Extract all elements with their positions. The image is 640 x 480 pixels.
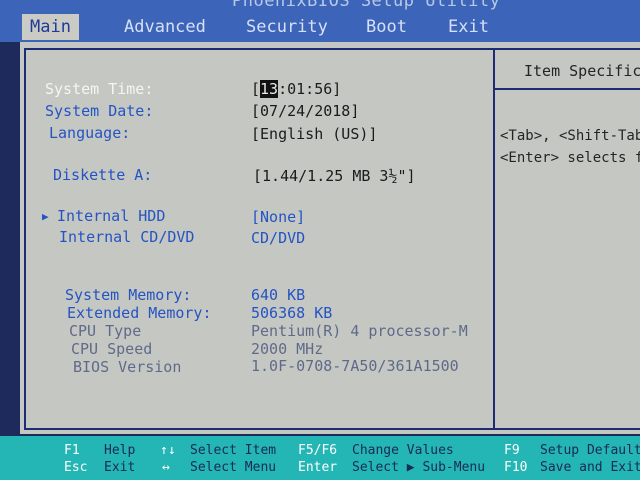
- tab-boot[interactable]: Boot: [358, 14, 415, 40]
- internal-cd-row[interactable]: Internal CD/DVD: [59, 228, 194, 246]
- diskette-a-value: [1.44/1.25 MB 3½"]: [253, 167, 416, 185]
- internal-hdd-label: Internal HDD: [57, 207, 166, 225]
- internal-hdd-value: [None]: [251, 208, 306, 226]
- system-date-value: [07/24/2018]: [251, 102, 360, 120]
- tab-exit[interactable]: Exit: [440, 14, 497, 40]
- bios-version-value: 1.0F-0708-7A50/361A1500: [251, 357, 459, 375]
- bios-version-label: BIOS Version: [73, 358, 182, 376]
- system-time-open: [: [251, 80, 261, 98]
- select-item-hint: Select Item: [190, 443, 277, 458]
- system-memory-label: System Memory:: [65, 286, 192, 304]
- submenu-arrow-icon: ▶: [42, 210, 49, 223]
- bios-version-field: 1.0F-0708-7A50/361A1500: [251, 357, 459, 375]
- help-line-2: <Enter> selects f: [500, 150, 640, 166]
- system-date-row[interactable]: System Date:: [45, 102, 153, 120]
- help-line-1: <Tab>, <Shift-Tab: [500, 128, 640, 144]
- key-f5-f6: F5/F6: [298, 443, 338, 458]
- tab-security[interactable]: Security: [238, 14, 336, 40]
- cpu-speed-row: CPU Speed: [71, 340, 152, 358]
- bios-version-row: BIOS Version: [73, 358, 181, 376]
- exit-hint: Exit: [104, 460, 136, 475]
- extended-memory-field: 506368 KB: [251, 304, 332, 322]
- diskette-a-row[interactable]: Diskette A:: [53, 166, 152, 184]
- internal-hdd-row[interactable]: ▶ Internal HDD: [42, 207, 166, 225]
- help-divider: [495, 88, 640, 90]
- language-field[interactable]: [English (US)]: [251, 125, 377, 143]
- system-memory-field: 640 KB: [251, 286, 305, 304]
- key-esc: Esc: [64, 460, 88, 475]
- extended-memory-value: 506368 KB: [251, 304, 333, 322]
- cpu-type-row: CPU Type: [69, 322, 141, 340]
- help-hint: Help: [104, 443, 136, 458]
- internal-cd-label: Internal CD/DVD: [59, 228, 195, 246]
- language-value: [English (US)]: [251, 125, 378, 143]
- key-up-down: ↑↓: [160, 443, 176, 458]
- submenu-hint: Select ▶ Sub-Menu: [352, 460, 486, 475]
- key-f9: F9: [504, 443, 520, 458]
- system-time-label: System Time:: [45, 80, 154, 98]
- diskette-a-label: Diskette A:: [53, 166, 153, 184]
- system-time-row[interactable]: System Time:: [45, 80, 153, 98]
- language-row[interactable]: Language:: [49, 124, 130, 142]
- cpu-type-label: CPU Type: [69, 322, 142, 340]
- diskette-a-field[interactable]: [1.44/1.25 MB 3½"]: [253, 167, 416, 185]
- select-menu-hint: Select Menu: [190, 460, 277, 475]
- internal-cd-field: CD/DVD: [251, 229, 305, 247]
- save-exit-hint: Save and Exit: [540, 460, 640, 475]
- system-time-field[interactable]: [13:01:56]: [251, 80, 341, 98]
- menu-tabs: Main Advanced Security Boot Exit: [22, 14, 640, 40]
- status-bar: F1 Help ↑↓ Select Item F5/F6 Change Valu…: [0, 436, 640, 480]
- language-label: Language:: [49, 124, 131, 142]
- bios-title: PhoenixBIOS Setup Utility: [232, 0, 501, 11]
- system-time-cursor[interactable]: 13: [260, 80, 279, 98]
- cpu-type-field: Pentium(R) 4 processor-M: [251, 322, 468, 340]
- cpu-speed-value: 2000 MHz: [251, 340, 324, 358]
- extended-memory-label: Extended Memory:: [67, 304, 212, 322]
- change-values-hint: Change Values: [352, 443, 454, 458]
- key-enter: Enter: [298, 460, 338, 475]
- key-f1: F1: [64, 443, 80, 458]
- internal-hdd-field[interactable]: [None]: [251, 208, 305, 226]
- menu-bar: PhoenixBIOS Setup Utility Main Advanced …: [0, 0, 640, 42]
- extended-memory-row: Extended Memory:: [67, 304, 212, 322]
- system-memory-value: 640 KB: [251, 286, 306, 304]
- tab-main[interactable]: Main: [22, 14, 79, 40]
- help-title: Item Specific: [524, 62, 640, 80]
- setup-default-hint: Setup Default: [540, 443, 640, 458]
- cpu-speed-field: 2000 MHz: [251, 340, 323, 358]
- internal-cd-value: CD/DVD: [251, 229, 306, 247]
- system-date-field[interactable]: [07/24/2018]: [251, 102, 359, 120]
- system-date-label: System Date:: [45, 102, 154, 120]
- key-f10: F10: [504, 460, 528, 475]
- tab-advanced[interactable]: Advanced: [116, 14, 214, 40]
- key-left-right: ↔: [162, 460, 170, 475]
- system-time-rest: :01:56]: [278, 80, 342, 98]
- system-memory-row: System Memory:: [65, 286, 191, 304]
- cpu-speed-label: CPU Speed: [71, 340, 153, 358]
- panel-divider: [493, 48, 495, 430]
- cpu-type-value: Pentium(R) 4 processor-M: [251, 322, 468, 340]
